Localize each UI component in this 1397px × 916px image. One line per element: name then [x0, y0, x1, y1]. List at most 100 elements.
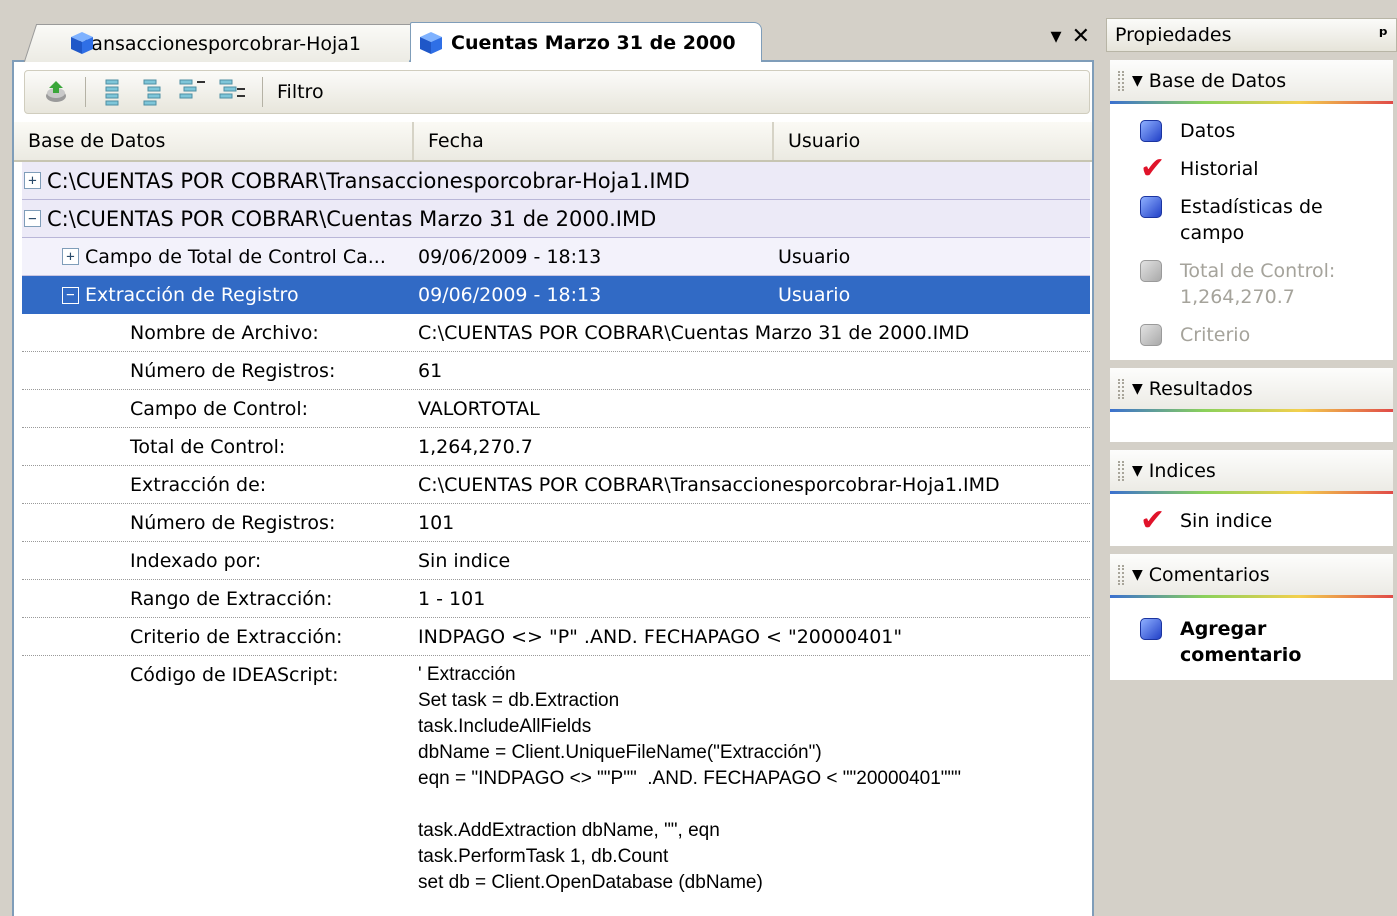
- detail-label: Rango de Extracción:: [130, 588, 333, 610]
- detail-label: Número de Registros:: [130, 360, 336, 382]
- detail-row: Campo de Control: VALORTOTAL: [22, 390, 1090, 428]
- detail-value: VALORTOTAL: [418, 398, 540, 420]
- collapse-triangle-icon: ▼: [1132, 566, 1143, 583]
- tab-list-dropdown-icon[interactable]: ▾: [1051, 26, 1062, 48]
- collapse-selected-icon: [219, 79, 245, 99]
- grip-icon: [1118, 378, 1124, 399]
- collapse-all-button[interactable]: [138, 75, 168, 109]
- collapse-icon[interactable]: −: [62, 286, 79, 304]
- tree-row-history-selected[interactable]: − Extracción de Registro 09/06/2009 - 18…: [22, 276, 1090, 314]
- filter-button[interactable]: Filtro: [277, 81, 324, 103]
- grip-icon: [1118, 70, 1124, 91]
- column-header-base-de-datos[interactable]: Base de Datos: [14, 122, 414, 160]
- property-total-control: Total de Control: 1,264,270.7: [1110, 252, 1393, 316]
- history-date: 09/06/2009 - 18:13: [418, 284, 602, 306]
- property-label: Estadísticas de campo: [1180, 196, 1323, 244]
- detail-value: 1,264,270.7: [418, 436, 533, 458]
- detail-row: Total de Control: 1,264,270.7: [22, 428, 1090, 466]
- tab-strip: Transaccionesporcobrar-Hoja1 Cuentas Mar…: [0, 0, 1104, 62]
- detail-value: INDPAGO <> "P" .AND. FECHAPAGO < "200004…: [418, 626, 903, 648]
- section-body-comentarios: Agregar comentario: [1110, 598, 1393, 680]
- property-link-sin-indice[interactable]: ✔ Sin indice: [1110, 502, 1393, 540]
- detail-value: 1 - 101: [418, 588, 486, 610]
- toolbar-separator: [85, 77, 86, 107]
- tab-cuentas-marzo[interactable]: Cuentas Marzo 31 de 2000: [410, 22, 762, 62]
- check-icon: ✔: [1140, 151, 1166, 186]
- tab-cuentas-marzo-label: Cuentas Marzo 31 de 2000: [451, 31, 736, 54]
- close-tab-icon[interactable]: ✕: [1072, 26, 1090, 48]
- section-header-resultados[interactable]: ▼ Resultados: [1110, 368, 1393, 412]
- database-path: C:\CUENTAS POR COBRAR\Transaccionesporco…: [47, 168, 690, 193]
- detail-value: 101: [418, 512, 455, 534]
- column-headers: Base de Datos Fecha Usuario: [14, 122, 1092, 162]
- expand-selected-icon: [179, 79, 205, 99]
- detail-row-ideascript: Código de IDEAScript: ' Extracción Set t…: [22, 656, 1090, 896]
- properties-title: Propiedades: [1115, 24, 1232, 46]
- collapse-triangle-icon: ▼: [1132, 72, 1143, 89]
- history-tree: + C:\CUENTAS POR COBRAR\Transaccionespor…: [22, 162, 1090, 896]
- tab-transacciones-label: Transaccionesporcobrar-Hoja1: [74, 32, 362, 55]
- expand-all-button[interactable]: [98, 75, 128, 109]
- property-link-datos[interactable]: Datos: [1110, 112, 1393, 150]
- detail-row: Indexado por: Sin indice: [22, 542, 1090, 580]
- column-header-usuario[interactable]: Usuario: [774, 122, 1092, 160]
- property-label: Historial: [1180, 158, 1259, 180]
- tree-row-database[interactable]: + C:\CUENTAS POR COBRAR\Transaccionespor…: [22, 162, 1090, 200]
- detail-label: Extracción de:: [130, 474, 267, 496]
- property-label: Total de Control: 1,264,270.7: [1180, 260, 1336, 308]
- detail-label: Código de IDEAScript:: [130, 664, 339, 686]
- tree-row-database[interactable]: − C:\CUENTAS POR COBRAR\Cuentas Marzo 31…: [22, 200, 1090, 238]
- property-label: Agregar comentario: [1180, 618, 1302, 666]
- section-title: Comentarios: [1148, 563, 1270, 586]
- collapse-selected-button[interactable]: [218, 75, 248, 109]
- column-header-fecha[interactable]: Fecha: [414, 122, 774, 160]
- detail-label: Total de Control:: [130, 436, 286, 458]
- database-icon: [1140, 196, 1162, 218]
- history-date: 09/06/2009 - 18:13: [418, 245, 602, 268]
- section-header-comentarios[interactable]: ▼ Comentarios: [1110, 554, 1393, 598]
- history-name: Campo de Total de Control Ca...: [85, 245, 386, 268]
- detail-row: Número de Registros: 61: [22, 352, 1090, 390]
- add-comment-link[interactable]: Agregar comentario: [1110, 610, 1393, 674]
- section-title: Base de Datos: [1148, 69, 1287, 92]
- property-link-historial[interactable]: ✔ Historial: [1110, 150, 1393, 188]
- section-header-base-de-datos[interactable]: ▼ Base de Datos: [1110, 60, 1393, 104]
- collapse-triangle-icon: ▼: [1132, 380, 1143, 397]
- detail-value: C:\CUENTAS POR COBRAR\Transaccionesporco…: [418, 474, 1000, 496]
- expand-icon[interactable]: +: [62, 248, 79, 265]
- database-icon: [1140, 120, 1162, 142]
- property-label: Criterio: [1180, 324, 1251, 346]
- expand-icon[interactable]: +: [24, 172, 41, 189]
- detail-row: Rango de Extracción: 1 - 101: [22, 580, 1090, 618]
- property-label: Sin indice: [1180, 510, 1273, 532]
- database-cube-icon: [71, 32, 93, 54]
- collapse-icon[interactable]: −: [24, 210, 41, 227]
- tree-row-history[interactable]: + Campo de Total de Control Ca... 09/06/…: [22, 238, 1090, 276]
- pin-icon[interactable]: ᵖ: [1379, 24, 1388, 46]
- check-icon: ✔: [1140, 503, 1166, 538]
- detail-label: Número de Registros:: [130, 512, 336, 534]
- detail-value: C:\CUENTAS POR COBRAR\Cuentas Marzo 31 d…: [418, 322, 970, 344]
- database-icon-disabled: [1140, 324, 1162, 346]
- history-toolbar: Filtro: [24, 70, 1090, 114]
- expand-selected-button[interactable]: [178, 75, 208, 109]
- detail-row: Criterio de Extracción: INDPAGO <> "P" .…: [22, 618, 1090, 656]
- section-title: Resultados: [1148, 377, 1253, 400]
- collapse-triangle-icon: ▼: [1132, 462, 1143, 479]
- properties-pane: Propiedades ᵖ ▼ Base de Datos Datos ✔ Hi…: [1106, 18, 1397, 916]
- section-body-indices: ✔ Sin indice: [1110, 494, 1393, 546]
- expand-all-icon: [105, 79, 119, 106]
- property-label: Datos: [1180, 120, 1236, 142]
- grip-icon: [1118, 460, 1124, 481]
- export-button[interactable]: [41, 75, 71, 109]
- document-area: Transaccionesporcobrar-Hoja1 Cuentas Mar…: [0, 0, 1104, 916]
- detail-row: Número de Registros: 101: [22, 504, 1090, 542]
- section-header-indices[interactable]: ▼ Indices: [1110, 450, 1393, 494]
- history-user: Usuario: [778, 284, 851, 306]
- collapse-all-icon: [143, 79, 161, 106]
- database-icon-disabled: [1140, 260, 1162, 282]
- history-name-cell: − Extracción de Registro: [22, 284, 418, 306]
- detail-label: Nombre de Archivo:: [130, 322, 319, 344]
- property-link-estadisticas[interactable]: Estadísticas de campo: [1110, 188, 1393, 252]
- comment-icon: [1140, 618, 1162, 640]
